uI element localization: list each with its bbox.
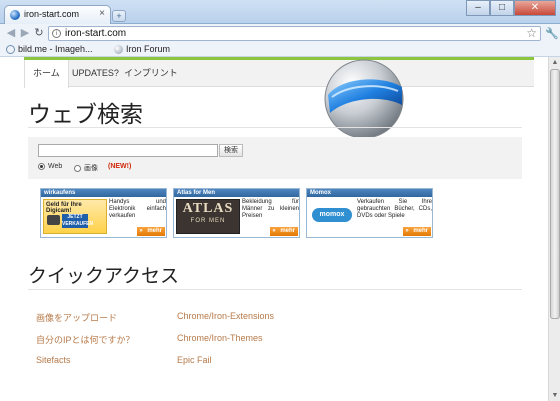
address-bar[interactable]: i iron-start.com ☆ — [48, 26, 541, 41]
radio-images[interactable]: 画像 — [74, 163, 98, 173]
wrench-menu-icon[interactable]: 🔧 — [545, 27, 559, 40]
ad-title: wirkaufens — [41, 189, 166, 197]
vertical-scrollbar[interactable]: ▲ ▼ — [548, 57, 560, 401]
bookmark-iron-forum[interactable]: Iron Forum — [114, 44, 170, 54]
radio-images-icon[interactable] — [74, 164, 81, 172]
new-tab-button[interactable]: + — [112, 10, 126, 22]
bookmark-favicon-icon — [114, 44, 123, 54]
ad-more-button[interactable]: mehr — [270, 227, 298, 236]
page-viewport: ホーム UPDATES? インプリント ウェブ検索 検索 Web 画像 (NEW… — [0, 57, 548, 401]
quick-link-upload-image[interactable]: 画像をアップロード — [36, 311, 117, 324]
bookmark-star-icon[interactable]: ☆ — [526, 26, 537, 40]
bookmark-favicon-icon — [6, 44, 15, 54]
scroll-thumb[interactable] — [550, 69, 560, 319]
bookmark-label: bild.me - Imageh... — [18, 44, 93, 54]
bookmark-bildme[interactable]: bild.me - Imageh... — [6, 44, 93, 54]
iron-logo — [324, 59, 404, 139]
ad-atlas-for-men[interactable]: Atlas for Men ATLAS FOR MEN Bekleidung f… — [173, 188, 300, 238]
search-panel: 検索 Web 画像 (NEW!) — [28, 137, 522, 179]
scroll-up-icon[interactable]: ▲ — [550, 58, 560, 67]
camera-icon — [47, 215, 60, 225]
quick-link-epic-fail[interactable]: Epic Fail — [177, 355, 212, 365]
quick-link-my-ip[interactable]: 自分のIPとは何ですか？ — [36, 333, 135, 346]
nav-home[interactable]: ホーム — [24, 60, 69, 88]
quick-link-extensions[interactable]: Chrome/Iron-Extensions — [177, 311, 274, 321]
close-window-button[interactable]: ✕ — [514, 0, 556, 16]
ad-image-text: ATLAS — [182, 201, 234, 216]
ad-text: Handys und Elektronik einfach verkaufen — [109, 199, 166, 219]
page-info-icon[interactable]: i — [52, 29, 61, 38]
ad-text: Verkaufen Sie Ihre gebrauchten Bücher, C… — [357, 199, 432, 219]
radio-images-label: 画像 — [84, 165, 98, 172]
browser-tab[interactable]: iron-start.com × — [4, 5, 111, 24]
bookmark-label: Iron Forum — [126, 44, 171, 54]
search-button[interactable]: 検索 — [219, 144, 243, 157]
browser-toolbar: ◀ ▶ ↻ i iron-start.com ☆ — [0, 24, 560, 43]
radio-web[interactable]: Web — [38, 163, 62, 170]
maximize-button[interactable]: □ — [490, 0, 514, 16]
ad-title: Momox — [307, 189, 432, 197]
ad-momox[interactable]: Momox momox Verkaufen Sie Ihre gebraucht… — [306, 188, 433, 238]
window-controls: – □ ✕ — [466, 0, 556, 16]
forward-icon[interactable]: ▶ — [18, 27, 32, 40]
tab-close-icon[interactable]: × — [99, 8, 105, 19]
quick-link-themes[interactable]: Chrome/Iron-Themes — [177, 333, 263, 343]
reload-icon[interactable]: ↻ — [32, 27, 46, 40]
tab-title: iron-start.com — [24, 9, 80, 19]
iron-favicon-icon — [10, 10, 20, 20]
page-content: ホーム UPDATES? インプリント ウェブ検索 検索 Web 画像 (NEW… — [24, 57, 534, 401]
ad-text: Bekleidung für Männer zu kleinen Preisen — [242, 199, 299, 219]
title-bar: iron-start.com × + – □ ✕ — [0, 0, 560, 24]
ad-image-subtext: FOR MEN — [190, 218, 226, 224]
minimize-button[interactable]: – — [466, 0, 490, 16]
ad-wirkaufens[interactable]: wirkaufens Geld für Ihre Digicam! JETZT … — [40, 188, 167, 238]
ad-row: wirkaufens Geld für Ihre Digicam! JETZT … — [28, 188, 436, 238]
ad-more-button[interactable]: mehr — [137, 227, 165, 236]
ad-image-cta: JETZT VERKAUFEN — [62, 214, 94, 228]
divider — [28, 289, 522, 290]
site-nav: ホーム UPDATES? インプリント — [24, 60, 534, 88]
divider — [28, 127, 522, 128]
radio-web-label: Web — [48, 163, 63, 170]
ad-image: ATLAS FOR MEN — [176, 199, 240, 234]
search-input[interactable] — [38, 144, 218, 157]
nav-imprint[interactable]: インプリント — [116, 60, 186, 87]
momox-logo: momox — [312, 208, 352, 222]
radio-web-selected-icon[interactable] — [38, 163, 45, 170]
bookmarks-bar: bild.me - Imageh... Iron Forum — [0, 43, 560, 57]
new-badge: (NEW!) — [108, 163, 132, 170]
ad-title: Atlas for Men — [174, 189, 299, 197]
search-heading: ウェブ検索 — [28, 102, 143, 127]
scroll-down-icon[interactable]: ▼ — [550, 391, 560, 400]
back-icon[interactable]: ◀ — [4, 27, 18, 40]
ad-image: Geld für Ihre Digicam! JETZT VERKAUFEN — [43, 199, 107, 234]
quick-access-heading: クイックアクセス — [28, 266, 180, 287]
ad-more-button[interactable]: mehr — [403, 227, 431, 236]
address-bar-url: iron-start.com — [65, 28, 127, 39]
ad-image: momox — [310, 199, 355, 234]
quick-link-sitefacts[interactable]: Sitefacts — [36, 355, 71, 365]
